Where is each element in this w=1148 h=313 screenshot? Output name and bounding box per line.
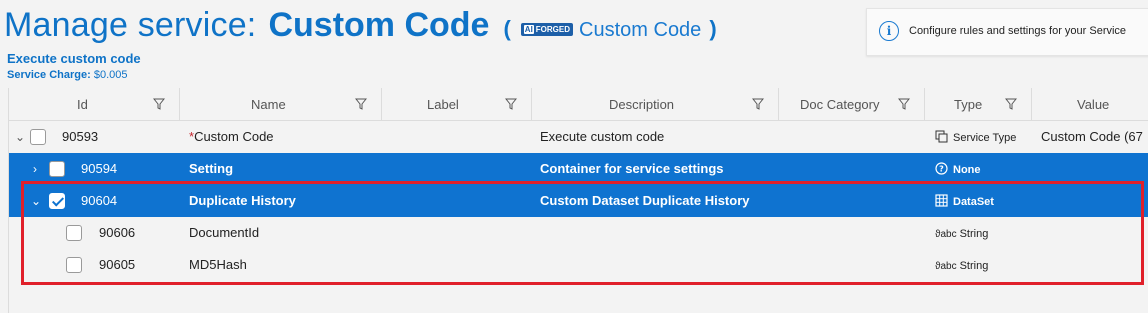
table-row[interactable]: ⌄ 90604 Duplicate History Custom Dataset… <box>9 185 1148 217</box>
logo-badge: AI <box>523 25 534 34</box>
grid-header: Id Name Label Description Doc Category T… <box>9 88 1148 121</box>
table-row[interactable]: › 90594 Setting Container for service se… <box>9 153 1148 185</box>
row-id: 90593 <box>62 129 99 144</box>
row-id: 90604 <box>81 193 118 208</box>
column-label: Description <box>609 97 675 112</box>
row-type-text: DataSet <box>953 196 994 208</box>
row-checkbox[interactable] <box>66 257 82 273</box>
expand-toggle[interactable]: › <box>33 153 37 185</box>
column-label: Type <box>954 97 983 112</box>
title-prefix: Manage service: <box>4 6 257 44</box>
table-row[interactable]: 90605 MD5Hash ϑabc String <box>9 249 1148 281</box>
column-header-name[interactable]: Name <box>179 88 382 120</box>
row-name-text: Custom Code <box>194 129 274 144</box>
column-label: Label <box>427 97 459 112</box>
filter-icon[interactable] <box>355 98 367 110</box>
row-name: Duplicate History <box>189 193 296 208</box>
service-charge: Service Charge: $0.005 <box>7 69 127 81</box>
service-description: Execute custom code <box>7 51 141 66</box>
page-header: Manage service: Custom Code ( AI FORGED C… <box>0 0 1148 90</box>
row-type: Service Type <box>935 121 1016 153</box>
breadcrumb[interactable]: Custom Code <box>579 19 701 42</box>
column-header-value[interactable]: Value <box>1031 88 1148 120</box>
row-name: Setting <box>189 161 234 176</box>
row-type-text: None <box>953 164 981 176</box>
charge-value: $0.005 <box>93 69 128 81</box>
row-id: 90606 <box>99 225 136 240</box>
string-type-icon: ϑabc <box>935 229 957 240</box>
row-name: DocumentId <box>189 225 260 240</box>
filter-icon[interactable] <box>153 98 165 110</box>
row-description: Execute custom code <box>540 129 665 144</box>
column-label: Id <box>77 97 88 112</box>
row-description: Custom Dataset Duplicate History <box>540 193 750 208</box>
filter-icon[interactable] <box>1005 98 1017 110</box>
service-name: Custom Code <box>268 6 490 44</box>
row-checkbox[interactable] <box>49 161 65 177</box>
row-type: ϑabc String <box>935 249 988 281</box>
row-name: *Custom Code <box>189 121 274 153</box>
table-row[interactable]: 90606 DocumentId ϑabc String <box>9 217 1148 249</box>
aiforged-logo: AI FORGED <box>520 23 574 36</box>
column-header-id[interactable]: Id <box>9 88 180 120</box>
paren-open: ( <box>503 16 511 41</box>
logo-text: FORGED <box>535 25 571 34</box>
paren-close: ) <box>709 16 717 41</box>
row-description: Container for service settings <box>540 161 724 176</box>
row-checkbox[interactable] <box>30 129 46 145</box>
column-label: Value <box>1077 97 1110 112</box>
filter-icon[interactable] <box>898 98 910 110</box>
row-id: 90594 <box>81 161 118 176</box>
page-title: Manage service: Custom Code ( AI FORGED C… <box>4 6 717 45</box>
settings-grid: Id Name Label Description Doc Category T… <box>8 88 1148 313</box>
row-type: ? None <box>935 153 981 185</box>
column-header-type[interactable]: Type <box>924 88 1032 120</box>
row-type-text: Service Type <box>953 132 1017 144</box>
column-header-label[interactable]: Label <box>381 88 532 120</box>
info-icon: i <box>879 21 899 41</box>
service-type-icon <box>935 130 948 143</box>
column-label: Name <box>251 97 286 112</box>
column-label: Doc Category <box>800 97 880 112</box>
table-grid-icon <box>935 194 948 207</box>
filter-icon[interactable] <box>752 98 764 110</box>
column-header-doc-category[interactable]: Doc Category <box>778 88 925 120</box>
string-type-icon: ϑabc <box>935 261 957 272</box>
row-type-text: String <box>959 260 989 272</box>
row-checkbox[interactable] <box>66 225 82 241</box>
table-row[interactable]: ⌄ 90593 *Custom Code Execute custom code… <box>9 121 1148 153</box>
expand-toggle[interactable]: ⌄ <box>31 185 41 217</box>
info-text: Configure rules and settings for your Se… <box>909 25 1127 37</box>
row-name: MD5Hash <box>189 257 247 272</box>
column-header-description[interactable]: Description <box>531 88 779 120</box>
svg-text:?: ? <box>939 165 944 174</box>
question-circle-icon: ? <box>935 162 948 175</box>
row-checkbox[interactable] <box>49 193 65 209</box>
row-type: DataSet <box>935 185 994 217</box>
row-id: 90605 <box>99 257 136 272</box>
row-type: ϑabc String <box>935 217 988 249</box>
filter-icon[interactable] <box>505 98 517 110</box>
info-banner[interactable]: i Configure rules and settings for your … <box>866 8 1148 56</box>
row-type-text: String <box>959 228 989 240</box>
expand-toggle[interactable]: ⌄ <box>15 121 25 153</box>
row-value: Custom Code (67 <box>1041 129 1143 144</box>
charge-label: Service Charge: <box>7 69 91 81</box>
